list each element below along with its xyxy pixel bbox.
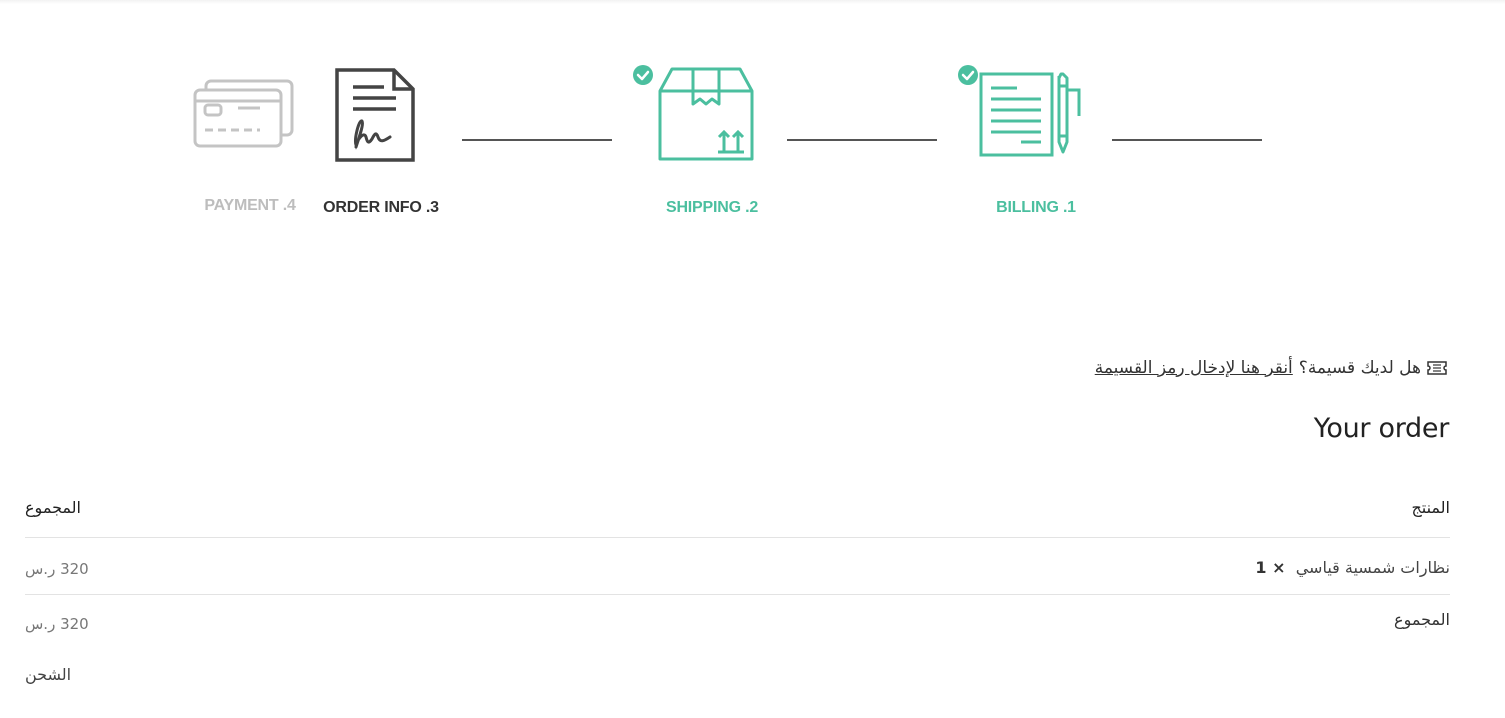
subtotal-label: المجموع (1394, 610, 1450, 629)
step-order-info-label: ORDER INFO .3 (323, 199, 439, 216)
order-review-table: المنتج المجموع نظارات شمسية قياسي × 1 32… (25, 488, 1450, 687)
top-divider (0, 0, 1505, 4)
check-icon (633, 65, 653, 85)
package-box-icon (633, 65, 754, 161)
table-row: نظارات شمسية قياسي × 1 320 ر.س (25, 538, 1450, 595)
product-cell: نظارات شمسية قياسي × 1 (1255, 558, 1450, 577)
product-total: 320 ر.س (25, 560, 89, 578)
step-billing[interactable] (957, 64, 1083, 160)
subtotal-value: 320 ر.س (25, 615, 89, 633)
product-name: نظارات شمسية قياسي (1295, 558, 1450, 577)
enter-coupon-link[interactable]: أنقر هنا لإدخال رمز القسيمة (1095, 358, 1293, 378)
signed-document-icon (335, 68, 415, 162)
ticket-icon (1427, 361, 1447, 375)
subtotal-row: المجموع 320 ر.س (25, 595, 1450, 647)
step-order-info[interactable] (334, 67, 416, 163)
billing-document-pen-icon (958, 65, 1081, 157)
step-connector (1112, 139, 1262, 141)
shipping-row: الشحن (25, 647, 1450, 687)
step-payment[interactable] (192, 78, 296, 150)
step-shipping[interactable] (632, 64, 756, 164)
coupon-question: هل لديك قسيمة؟ (1298, 358, 1421, 378)
step-billing-label: BILLING .1 (996, 199, 1076, 216)
table-header: المنتج المجموع (25, 488, 1450, 538)
column-total: المجموع (25, 498, 81, 517)
credit-cards-icon (193, 79, 294, 148)
order-heading: Your order (1313, 413, 1450, 444)
product-quantity: × 1 (1255, 558, 1286, 577)
step-connector (462, 139, 612, 141)
shipping-label: الشحن (25, 665, 72, 684)
step-payment-label: PAYMENT .4 (204, 197, 296, 214)
coupon-notice: هل لديك قسيمة؟ أنقر هنا لإدخال رمز القسي… (1095, 358, 1447, 378)
step-shipping-label: SHIPPING .2 (665, 199, 759, 216)
step-connector (787, 139, 937, 141)
column-product: المنتج (1411, 498, 1450, 517)
check-icon (958, 65, 978, 85)
